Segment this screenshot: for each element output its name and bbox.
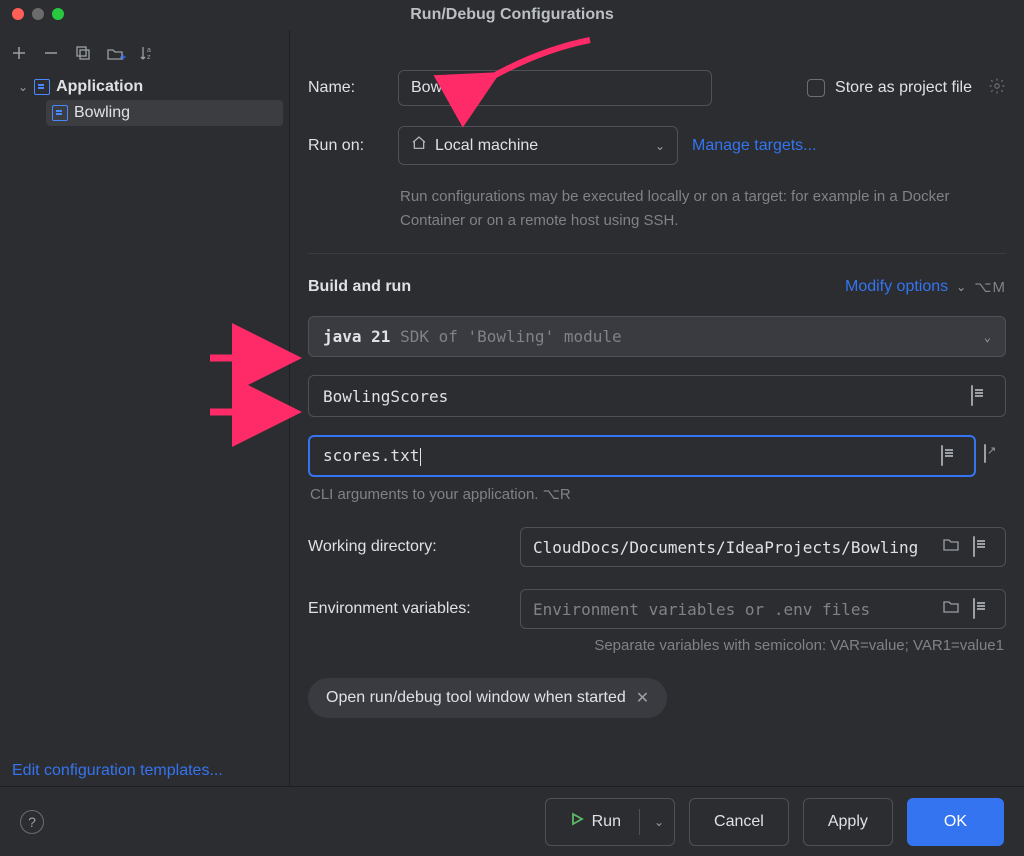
chevron-down-icon: ⌄ [956, 280, 966, 294]
gear-icon[interactable] [988, 77, 1006, 100]
chevron-down-icon[interactable]: ⌄ [654, 815, 664, 829]
separator [639, 809, 640, 835]
apply-button[interactable]: Apply [803, 798, 893, 846]
env-vars-label: Environment variables: [308, 600, 508, 618]
divider [308, 253, 1006, 254]
chevron-down-icon: ⌄ [984, 330, 991, 344]
option-chip-open-tool-window[interactable]: Open run/debug tool window when started … [308, 678, 667, 718]
modify-options-link[interactable]: Modify options [845, 278, 948, 296]
tree-item-bowling[interactable]: Bowling [46, 100, 283, 126]
svg-text:a: a [147, 47, 151, 54]
close-icon[interactable]: ✕ [636, 688, 649, 708]
tree-group-label: Application [56, 78, 143, 96]
run-button[interactable]: Run ⌄ [545, 798, 675, 846]
sidebar: + az ⌄ Application Bowling Edit configur… [0, 30, 290, 786]
chevron-down-icon: ⌄ [18, 80, 28, 94]
browse-args-icon[interactable] [941, 446, 961, 466]
run-on-label: Run on: [308, 137, 384, 155]
window-traffic-lights [12, 8, 64, 20]
cancel-button[interactable]: Cancel [689, 798, 789, 846]
jdk-name: java 21 [323, 327, 390, 346]
cli-hint: CLI arguments to your application. ⌥R [310, 485, 1006, 503]
env-vars-placeholder: Environment variables or .env files [533, 600, 933, 619]
cancel-button-label: Cancel [714, 813, 764, 831]
program-args-value: scores.txt [323, 446, 419, 465]
sort-icon[interactable]: az [138, 44, 156, 62]
titlebar: Run/Debug Configurations [0, 0, 1024, 30]
run-on-value: Local machine [435, 137, 538, 155]
browse-list-icon[interactable] [973, 599, 993, 619]
main-class-input[interactable]: BowlingScores [308, 375, 1006, 417]
browse-class-icon[interactable] [971, 386, 991, 406]
browse-list-icon[interactable] [973, 537, 993, 557]
modify-options-shortcut: ⌥M [974, 278, 1006, 296]
dialog-title: Run/Debug Configurations [410, 6, 614, 24]
dialog-footer: ? Run ⌄ Cancel Apply OK [0, 786, 1024, 856]
close-window-icon[interactable] [12, 8, 24, 20]
chip-label: Open run/debug tool window when started [326, 689, 626, 707]
store-as-project-checkbox[interactable] [807, 79, 825, 97]
working-dir-input[interactable]: CloudDocs/Documents/IdeaProjects/Bowling [520, 527, 1006, 567]
run-icon [570, 812, 584, 831]
content-panel: Name: Bowling Store as project file Run … [290, 30, 1024, 786]
ok-button-label: OK [944, 813, 967, 831]
remove-config-icon[interactable] [42, 44, 60, 62]
svg-text:z: z [147, 54, 151, 61]
working-dir-label: Working directory: [308, 538, 508, 556]
edit-templates-link[interactable]: Edit configuration templates... [12, 762, 223, 780]
run-on-hint: Run configurations may be executed local… [400, 185, 1006, 233]
jdk-select[interactable]: java 21 SDK of 'Bowling' module ⌄ [308, 316, 1006, 357]
program-args-input[interactable]: scores.txt [308, 435, 976, 477]
tree-item-label: Bowling [74, 104, 130, 122]
help-button[interactable]: ? [20, 810, 44, 834]
copy-config-icon[interactable] [74, 44, 92, 62]
text-cursor [420, 448, 421, 466]
name-label: Name: [308, 79, 384, 97]
home-icon [411, 135, 427, 156]
ok-button[interactable]: OK [907, 798, 1004, 846]
name-input[interactable]: Bowling [398, 70, 712, 106]
tree-group-application[interactable]: ⌄ Application [12, 74, 283, 100]
main-class-value: BowlingScores [323, 387, 961, 406]
manage-targets-link[interactable]: Manage targets... [692, 137, 817, 155]
jdk-module: SDK of 'Bowling' module [390, 327, 621, 346]
add-config-icon[interactable] [10, 44, 28, 62]
expand-args-icon[interactable] [984, 445, 1004, 465]
minimize-window-icon[interactable] [32, 8, 44, 20]
apply-button-label: Apply [828, 813, 868, 831]
working-dir-value: CloudDocs/Documents/IdeaProjects/Bowling [533, 538, 933, 557]
application-icon [34, 79, 50, 95]
sidebar-toolbar: + az [6, 38, 283, 74]
store-as-project-label: Store as project file [835, 79, 972, 97]
zoom-window-icon[interactable] [52, 8, 64, 20]
folder-icon[interactable] [943, 599, 963, 619]
folder-icon[interactable] [943, 537, 963, 557]
run-button-label: Run [592, 813, 621, 831]
run-on-select[interactable]: Local machine ⌄ [398, 126, 678, 165]
env-vars-input[interactable]: Environment variables or .env files [520, 589, 1006, 629]
application-icon [52, 105, 68, 121]
chevron-down-icon: ⌄ [655, 139, 665, 153]
env-hint: Separate variables with semicolon: VAR=v… [308, 637, 1004, 654]
build-run-heading: Build and run [308, 278, 411, 296]
new-folder-icon[interactable]: + [106, 44, 124, 62]
